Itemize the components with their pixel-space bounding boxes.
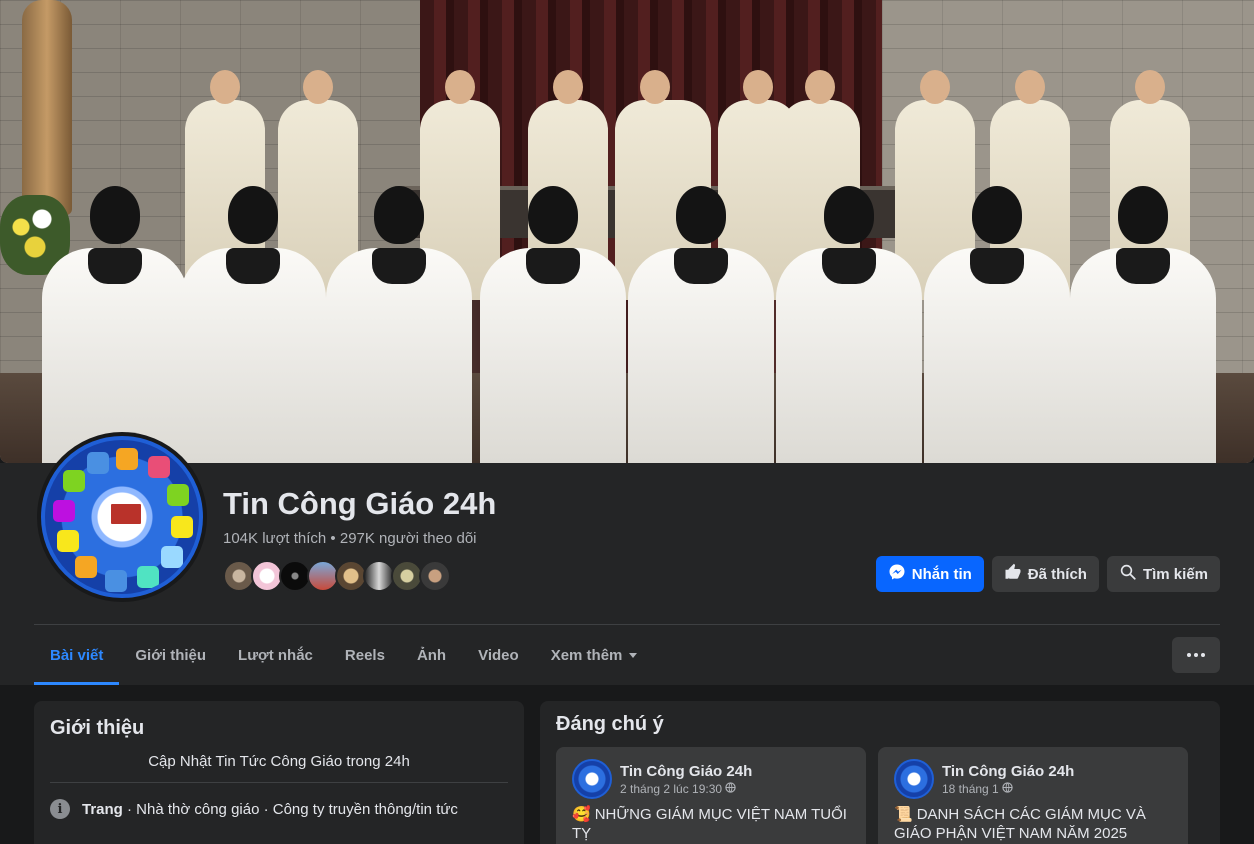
cover-server [326,186,472,463]
logo-hand [137,566,159,588]
post-time-text: 18 tháng 1 [942,781,999,796]
post-emoji: 🥰 [572,806,591,823]
featured-card: Đáng chú ý Tin Công Giáo 24h 2 tháng 2 l… [540,701,1220,844]
tab-posts[interactable]: Bài viết [34,625,120,685]
message-button-label: Nhắn tin [911,565,972,583]
post-avatar[interactable] [894,759,934,799]
search-icon [1119,563,1137,585]
intro-category-row: i Trang · Nhà thờ công giáo · Công ty tr… [50,799,508,819]
post-time[interactable]: 18 tháng 1 [942,782,1074,796]
intro-bio: Cập Nhật Tin Tức Công Giáo trong 24h [148,753,410,770]
logo-hand [87,452,109,474]
tab-mentions[interactable]: Lượt nhắc [222,625,329,685]
bible-icon [109,502,143,526]
tab-more[interactable]: Xem thêm [535,625,654,685]
post-author-name[interactable]: Tin Công Giáo 24h [942,763,1074,780]
logo-hand [171,516,193,538]
intro-category-label: Trang [82,800,123,818]
page-stats[interactable]: 104K lượt thích • 297K người theo dõi [223,530,477,547]
tab-video[interactable]: Video [462,625,535,685]
post-author-name[interactable]: Tin Công Giáo 24h [620,763,752,780]
page-title: Tin Công Giáo 24h [223,486,497,521]
intro-category-text[interactable]: · Nhà thờ công giáo · Công ty truyền thô… [123,801,458,818]
tab-about[interactable]: Giới thiệu [119,625,222,685]
cover-server [42,186,188,463]
cover-statue [22,0,72,215]
post-author: Tin Công Giáo 24h 18 tháng 1 [894,759,1172,799]
globe-icon [725,781,737,796]
cover-server [480,186,626,463]
profile-avatar[interactable] [37,432,207,602]
post-emoji: 📜 [894,806,913,823]
cover-server [924,186,1070,463]
intro-divider [50,782,508,783]
cover-server [1070,186,1216,463]
search-button[interactable]: Tìm kiếm [1106,556,1220,592]
post-author: Tin Công Giáo 24h 2 tháng 2 lúc 19:30 [572,759,850,799]
logo-hand [75,556,97,578]
search-button-label: Tìm kiếm [1142,565,1208,583]
tab-photos[interactable]: Ảnh [401,625,462,685]
logo-hand [63,470,85,492]
more-dots-icon [1187,653,1191,657]
messenger-icon [888,563,906,585]
featured-title: Đáng chú ý [556,713,664,735]
liked-button-label: Đã thích [1027,565,1087,583]
tab-more-label: Xem thêm [550,646,623,664]
post-text: 📜 DANH SÁCH CÁC GIÁM MỤC VÀ GIÁO PHẬN VIỆ… [894,805,1172,843]
post-avatar[interactable] [572,759,612,799]
logo-hand [161,546,183,568]
post-time-text: 2 tháng 2 lúc 19:30 [620,781,723,796]
tab-reels[interactable]: Reels [329,625,401,685]
caret-down-icon [629,652,638,658]
page-actions: Nhắn tin Đã thích Tìm kiếm [875,556,1220,592]
globe-icon [1002,781,1013,796]
featured-post[interactable]: Tin Công Giáo 24h 2 tháng 2 lúc 19:30 🥰 N… [556,747,866,844]
cover-server [776,186,922,463]
logo-hand [53,500,75,522]
logo-hand [148,456,170,478]
more-dots-icon [1194,653,1198,657]
intro-category: Trang · Nhà thờ công giáo · Công ty truy… [82,801,458,818]
friend-avatars[interactable] [223,560,451,592]
logo-hand [116,448,138,470]
avatar-logo [41,436,203,598]
friend-avatar[interactable] [419,560,451,592]
intro-title: Giới thiệu [50,717,145,739]
message-button[interactable]: Nhắn tin [875,556,984,592]
post-time[interactable]: 2 tháng 2 lúc 19:30 [620,782,752,796]
cover-server [628,186,774,463]
post-meta: Tin Công Giáo 24h 2 tháng 2 lúc 19:30 [620,763,752,796]
logo-hand [57,530,79,552]
post-meta: Tin Công Giáo 24h 18 tháng 1 [942,763,1074,796]
thumbs-up-icon [1004,563,1022,585]
page-tabs: Bài viết Giới thiệu Lượt nhắc Reels Ảnh … [34,625,653,685]
more-options-button[interactable] [1172,637,1220,673]
logo-hand [105,570,127,592]
post-text: 🥰 NHỮNG GIÁM MỤC VIỆT NAM TUỔI TỴ [572,805,850,843]
cover-server [180,186,326,463]
post-text-content: DANH SÁCH CÁC GIÁM MỤC VÀ GIÁO PHẬN VIỆT… [894,806,1146,842]
featured-post[interactable]: Tin Công Giáo 24h 18 tháng 1 📜 DANH SÁCH … [878,747,1188,844]
liked-button[interactable]: Đã thích [991,556,1099,592]
logo-hand [167,484,189,506]
post-text-content: NHỮNG GIÁM MỤC VIỆT NAM TUỔI TỴ [572,806,847,842]
more-dots-icon [1201,653,1205,657]
cover-photo[interactable] [0,0,1254,463]
intro-card: Giới thiệu Cập Nhật Tin Tức Công Giáo tr… [34,701,524,844]
info-icon: i [50,799,70,819]
